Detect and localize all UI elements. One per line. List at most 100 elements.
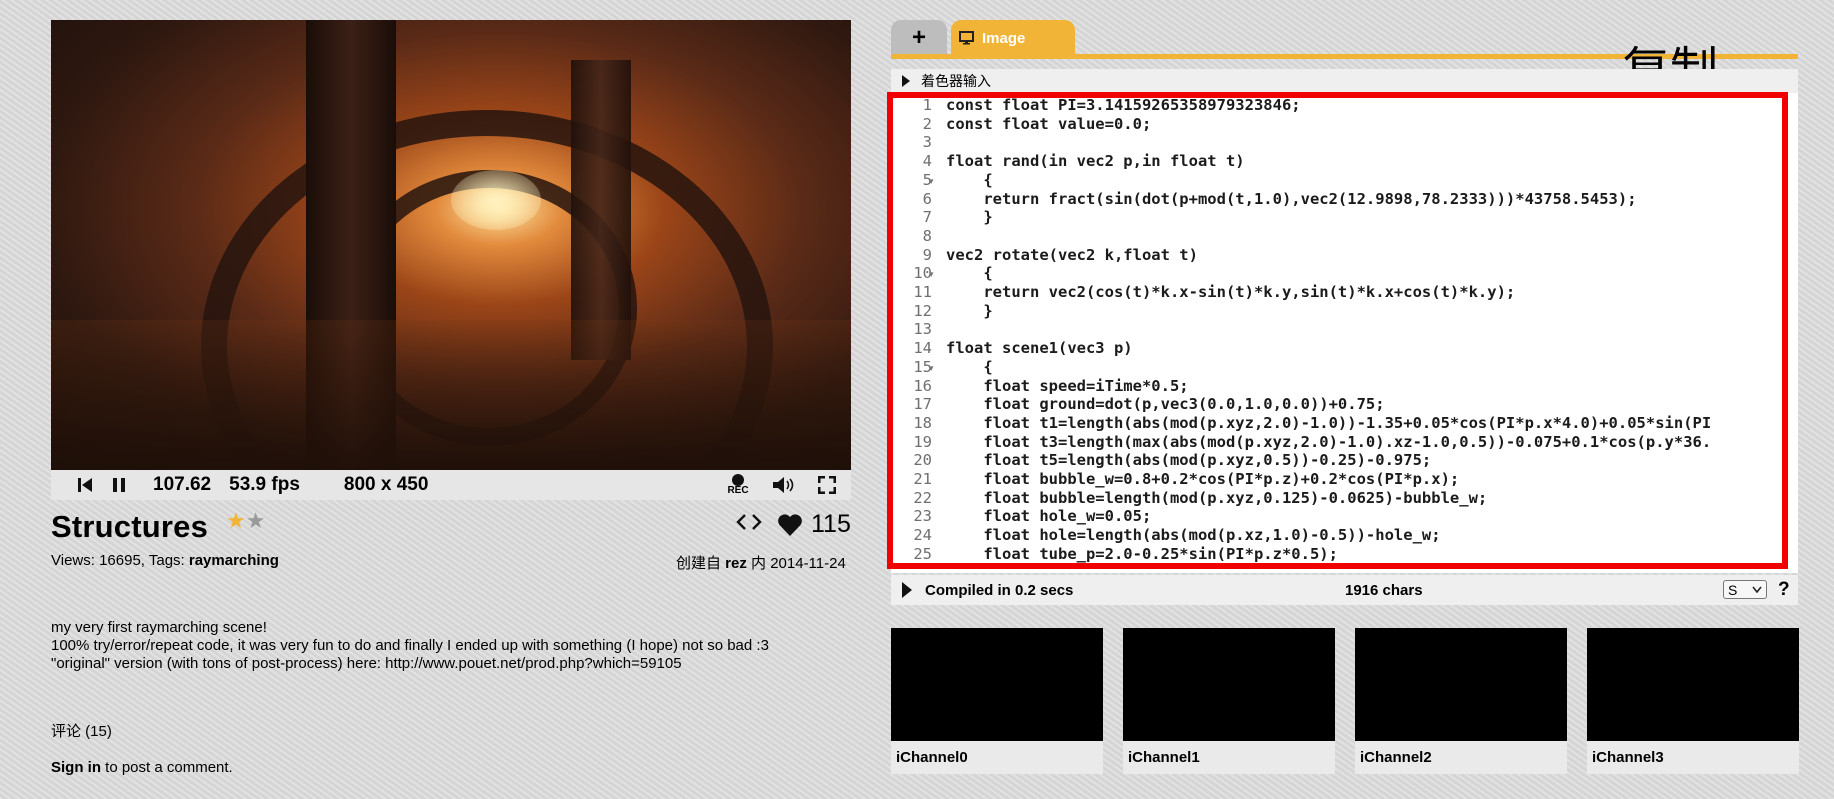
resolution-readout: 800 x 450: [343, 474, 429, 495]
render-pillar: [571, 60, 631, 360]
star-icon-filled[interactable]: ★: [226, 508, 246, 533]
signin-link[interactable]: Sign in: [51, 759, 101, 776]
line-number: 11: [913, 283, 932, 301]
shader-inputs-toggle[interactable]: 着色器输入: [891, 69, 1798, 93]
line-number: 22: [913, 488, 932, 507]
channel-label: iChannel0: [891, 741, 1103, 774]
line-number: 5: [922, 170, 932, 189]
help-button[interactable]: ?: [1778, 579, 1790, 601]
created-info: 创建自 rez 内 2014-11-24: [676, 552, 846, 573]
views-tags: Views: 16695, Tags: raymarching: [51, 552, 279, 569]
speaker-icon: [773, 477, 794, 493]
code-line[interactable]: {: [946, 171, 992, 189]
fullscreen-icon: [818, 476, 836, 494]
compile-button[interactable]: [901, 581, 913, 599]
line-number: 9: [922, 245, 932, 264]
channel-slot[interactable]: iChannel3: [1587, 628, 1799, 774]
channel-label: iChannel2: [1355, 741, 1567, 774]
signin-prompt: Sign in to post a comment.: [51, 759, 233, 776]
time-readout: 107.62: [153, 474, 212, 495]
line-number: 17: [913, 395, 932, 414]
star-icon-empty[interactable]: ★: [246, 508, 266, 533]
code-line[interactable]: {: [946, 264, 992, 282]
pause-button[interactable]: [109, 477, 129, 493]
shader-inputs-label: 着色器输入: [921, 73, 991, 89]
description-line: my very first raymarching scene!: [51, 619, 267, 636]
code-line[interactable]: float scene1(vec3 p): [946, 339, 1133, 357]
record-label: REC: [727, 485, 749, 496]
font-size-select[interactable]: S: [1723, 580, 1767, 599]
code-line[interactable]: float hole=length(abs(mod(p.xz,1.0)-0.5)…: [946, 526, 1440, 544]
line-number: 3: [922, 133, 932, 152]
code-line[interactable]: return vec2(cos(t)*k.x-sin(t)*k.y,sin(t)…: [946, 283, 1515, 301]
share-like-group: 115: [735, 510, 851, 539]
tab-image[interactable]: Image: [951, 20, 1075, 56]
compile-status: Compiled in 0.2 secs: [925, 581, 1074, 599]
render-glow: [451, 170, 541, 230]
code-line[interactable]: float bubble_w=0.8+0.2*cos(PI*p.z)+0.2*c…: [946, 470, 1459, 488]
plus-icon: +: [911, 24, 926, 51]
volume-button[interactable]: [771, 475, 797, 495]
code-line[interactable]: float ground=dot(p,vec3(0.0,1.0,0.0))+0.…: [946, 395, 1384, 413]
code-line[interactable]: float tube_p=2.0-0.25*sin(PI*p.z*0.5);: [946, 545, 1338, 563]
shader-canvas[interactable]: [51, 20, 851, 470]
chevron-down-icon: [1752, 586, 1762, 593]
description-line: 100% try/error/repeat code, it was very …: [51, 637, 769, 654]
channel-slot[interactable]: iChannel2: [1355, 628, 1567, 774]
channel-slot[interactable]: iChannel1: [1123, 628, 1335, 774]
line-number: 20: [913, 451, 932, 470]
add-tab-button[interactable]: +: [891, 20, 947, 56]
code-line[interactable]: }: [946, 208, 992, 226]
rating-stars[interactable]: ★★: [226, 508, 265, 534]
tag-link[interactable]: raymarching: [189, 552, 279, 569]
code-line[interactable]: float hole_w=0.05;: [946, 507, 1151, 525]
code-line[interactable]: }: [946, 302, 992, 320]
author-link[interactable]: rez: [725, 555, 747, 572]
line-number: 6: [922, 189, 932, 208]
code-line[interactable]: const float PI=3.14159265358979323846;: [946, 96, 1301, 114]
pause-icon: [113, 478, 125, 492]
fold-toggle-icon[interactable]: ▾: [929, 269, 934, 280]
code-line[interactable]: float t1=length(abs(mod(p.xyz,2.0)-1.0))…: [946, 414, 1711, 432]
line-number: 15: [913, 357, 932, 376]
like-button[interactable]: 115: [777, 510, 851, 539]
fullscreen-button[interactable]: [817, 476, 837, 494]
line-number: 16: [913, 376, 932, 395]
code-editor[interactable]: 1 const float PI=3.14159265358979323846; 2…: [891, 93, 1798, 573]
caret-right-icon: [902, 75, 910, 87]
embed-button[interactable]: [735, 510, 763, 539]
line-number: 1: [922, 96, 932, 114]
like-count: 115: [811, 510, 851, 538]
render-floor: [51, 320, 851, 470]
line-number: 14: [913, 339, 932, 358]
font-size-value: S: [1728, 581, 1738, 598]
code-line[interactable]: {: [946, 358, 992, 376]
fold-toggle-icon[interactable]: ▾: [929, 176, 934, 187]
line-number: 13: [913, 320, 932, 339]
play-icon: [902, 582, 912, 598]
comments-heading: 评论 (15): [51, 723, 112, 740]
fps-readout: 53.9 fps: [229, 474, 300, 495]
description-line: "original" version (with tons of post-pr…: [51, 655, 682, 672]
rewind-button[interactable]: [75, 477, 95, 493]
line-number: 18: [913, 413, 932, 432]
created-date: 内 2014-11-24: [746, 555, 846, 572]
line-number: 8: [922, 226, 932, 245]
code-line[interactable]: float t3=length(max(abs(mod(p.xyz,2.0)-1…: [946, 433, 1711, 451]
code-line[interactable]: const float value=0.0;: [946, 115, 1151, 133]
code-line[interactable]: return fract(sin(dot(p+mod(t,1.0),vec2(1…: [946, 190, 1636, 208]
monitor-icon: [959, 31, 974, 45]
line-number: 7: [922, 208, 932, 227]
code-line[interactable]: float speed=iTime*0.5;: [946, 377, 1188, 395]
code-line[interactable]: vec2 rotate(vec2 k,float t): [946, 246, 1198, 264]
record-button[interactable]: REC: [725, 474, 751, 496]
code-line[interactable]: float rand(in vec2 p,in float t): [946, 152, 1245, 170]
channel-slot[interactable]: iChannel0: [891, 628, 1103, 774]
heart-icon: [778, 513, 802, 536]
embed-icon: [736, 514, 762, 530]
channel-label: iChannel1: [1123, 741, 1335, 774]
line-number: 24: [913, 526, 932, 545]
code-line[interactable]: float bubble=length(mod(p.xyz,0.125)-0.0…: [946, 489, 1487, 507]
fold-toggle-icon[interactable]: ▾: [929, 363, 934, 374]
code-line[interactable]: float t5=length(abs(mod(p.xyz,0.5))-0.25…: [946, 451, 1431, 469]
